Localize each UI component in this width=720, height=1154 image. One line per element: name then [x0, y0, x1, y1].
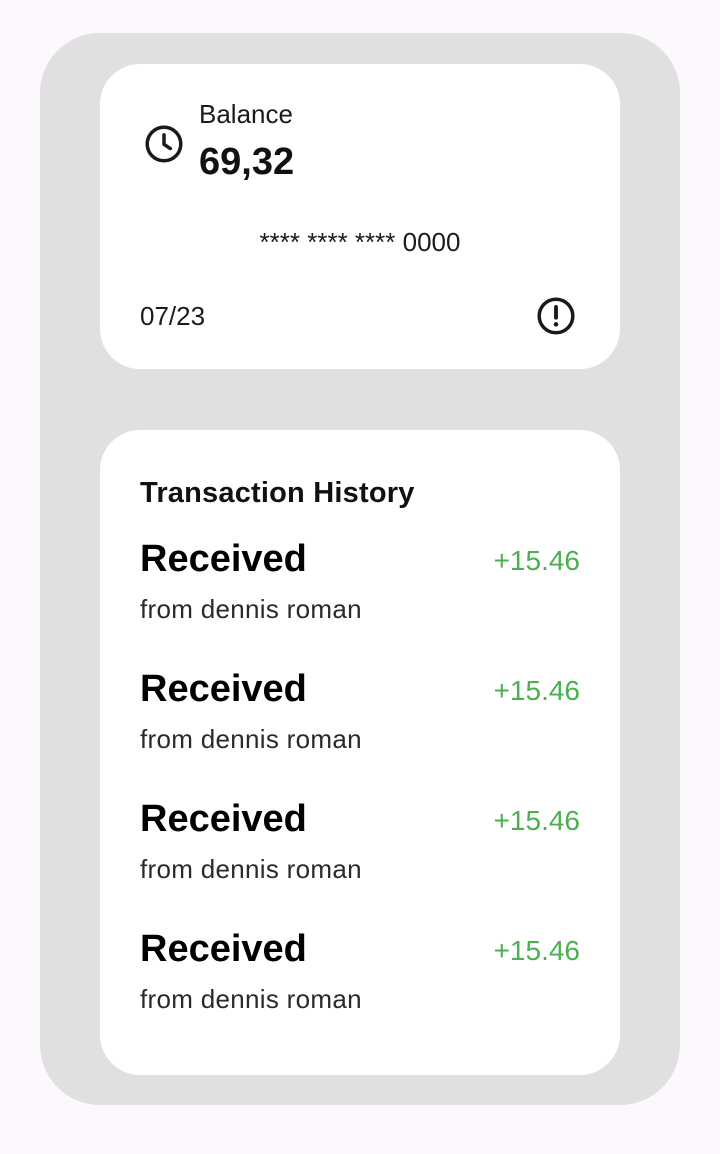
transaction-amount: +15.46: [493, 935, 580, 966]
transaction-title: Received: [140, 798, 307, 840]
transaction-item[interactable]: Received from dennis roman +15.46: [140, 664, 580, 794]
transaction-amount: +15.46: [493, 805, 580, 836]
transaction-item[interactable]: Received from dennis roman +15.46: [140, 534, 580, 664]
transaction-title: Received: [140, 538, 307, 580]
transaction-item[interactable]: Received from dennis roman +15.46: [140, 924, 580, 1054]
transaction-amount: +15.46: [493, 675, 580, 706]
transaction-subtitle: from dennis roman: [140, 984, 362, 1014]
card-expiry: 07/23: [140, 301, 206, 331]
transaction-amount: +15.46: [493, 545, 580, 576]
clock-icon: [145, 125, 183, 163]
balance-label: Balance: [199, 99, 293, 129]
transaction-history-title: Transaction History: [140, 477, 415, 509]
transaction-item[interactable]: Received from dennis roman +15.46: [140, 794, 580, 924]
transaction-subtitle: from dennis roman: [140, 854, 362, 884]
alert-circle-icon[interactable]: [535, 295, 577, 337]
transaction-title: Received: [140, 668, 307, 710]
card-number: **** **** **** 0000: [259, 227, 461, 257]
transaction-title: Received: [140, 928, 307, 970]
transaction-list: Received from dennis roman +15.46 Receiv…: [140, 534, 580, 1054]
transaction-subtitle: from dennis roman: [140, 594, 362, 624]
transaction-subtitle: from dennis roman: [140, 724, 362, 754]
balance-amount: 69,32: [199, 141, 295, 183]
